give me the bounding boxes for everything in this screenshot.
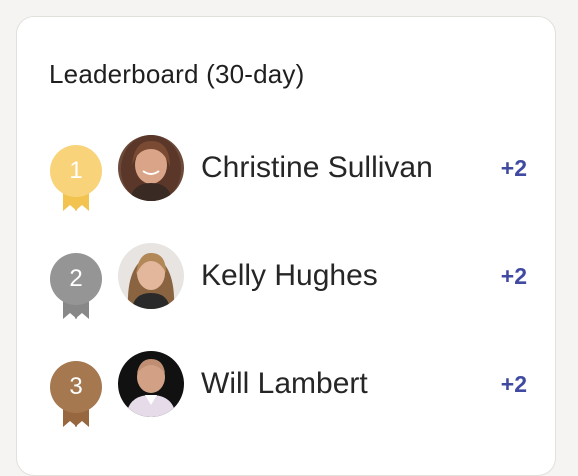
- member-name: Will Lambert: [201, 367, 368, 400]
- member-name: Christine Sullivan: [201, 151, 433, 184]
- leaderboard-card: Leaderboard (30-day) 1 Christine Sulliva…: [16, 16, 556, 476]
- leaderboard-row[interactable]: 2 Kelly Hughes +2: [17, 243, 557, 319]
- member-name: Kelly Hughes: [201, 259, 378, 292]
- leaderboard-row[interactable]: 3 Will Lambert +2: [17, 351, 557, 427]
- avatar: [118, 243, 184, 309]
- points-badge: +2: [500, 263, 527, 289]
- avatar: [118, 351, 184, 417]
- leaderboard-row[interactable]: 1 Christine Sullivan +2: [17, 135, 557, 211]
- gold-medal-icon: 1: [49, 145, 103, 217]
- leaderboard-title: Leaderboard (30-day): [49, 59, 305, 89]
- rank-number: 3: [69, 373, 83, 400]
- rank-number: 2: [69, 265, 83, 292]
- rank-number: 1: [69, 157, 83, 184]
- bronze-medal-icon: 3: [49, 361, 103, 433]
- points-badge: +2: [500, 155, 527, 181]
- avatar: [118, 135, 184, 201]
- points-badge: +2: [500, 371, 527, 397]
- silver-medal-icon: 2: [49, 253, 103, 325]
